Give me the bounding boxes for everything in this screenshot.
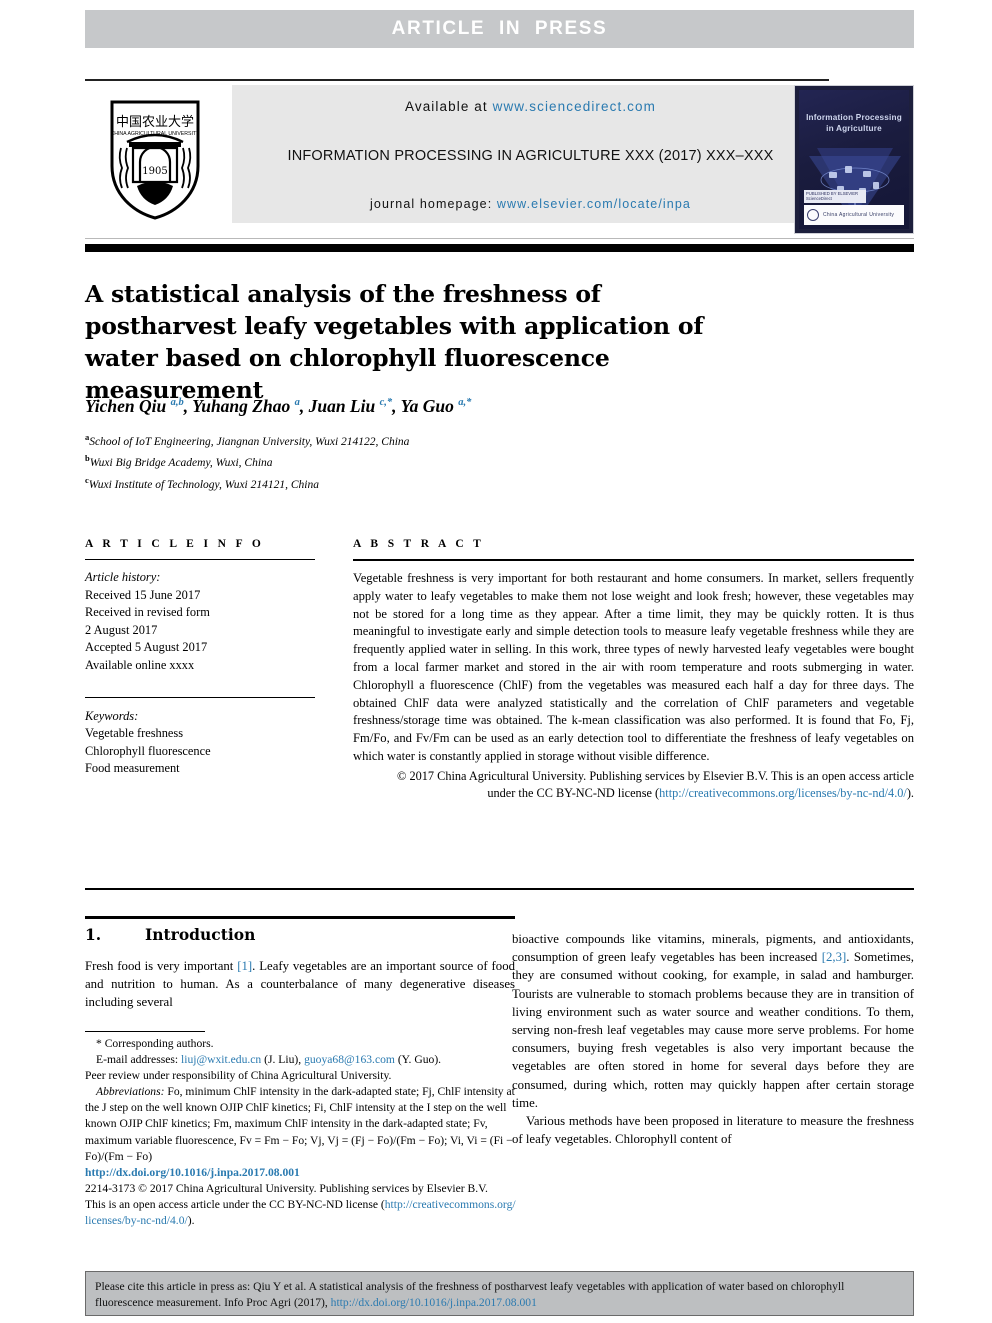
peer-review-note: Peer review under responsibility of Chin… [85,1069,392,1083]
introduction-number: 1. [85,925,102,944]
sciencedirect-link[interactable]: www.sciencedirect.com [493,99,656,114]
abstract-column: A B S T R A C T Vegetable freshness is v… [353,538,914,803]
footnote-license-line: This is an open access article under the… [85,1197,517,1229]
china-agricultural-university-shield-icon: 中国农业大学 CHINA AGRICULTURAL UNIVERSITY 190… [110,100,200,220]
article-history-item: 2 August 2017 [85,622,158,637]
journal-homepage-link[interactable]: www.elsevier.com/locate/inpa [497,197,691,211]
article-info-heading: A R T I C L E I N F O [85,538,265,550]
abstract-rule [353,559,914,561]
article-history-item: Accepted 5 August 2017 [85,640,208,655]
affiliation-text: Wuxi Institute of Technology, Wuxi 21412… [88,478,319,491]
email-1-who: (J. Liu), [261,1053,305,1067]
footnote-block: * Corresponding authors. E-mail addresse… [85,1036,517,1229]
svg-text:中国农业大学: 中国农业大学 [116,114,194,130]
available-at-prefix: Available at [404,99,493,114]
cover-university-seal-icon [807,209,819,221]
cover-footer: China Agricultural University [804,205,904,225]
email-link-guo[interactable]: guoya68@163.com [304,1053,395,1066]
footnote-separator-rule [85,1031,205,1032]
cover-title: Information Processing in Agriculture [806,113,902,133]
journal-cover-thumbnail: Information Processing in Agriculture PU… [794,85,914,234]
journal-homepage-line: journal homepage: www.elsevier.com/locat… [370,197,691,211]
header-black-bar [85,244,914,252]
copyright-tail: ). [906,786,914,801]
article-in-press-banner: ARTICLE IN PRESS [85,10,914,48]
email-2-who: (Y. Guo). [394,1053,442,1067]
affiliation-list: aSchool of IoT Engineering, Jiangnan Uni… [85,429,785,493]
article-history-item: Available online xxxx [85,657,195,672]
article-history-block: Article history: Received 15 June 2017 R… [85,569,315,675]
abstract-body: Vegetable freshness is very important fo… [353,571,914,763]
introduction-heading: 1. Introduction [85,925,515,944]
journal-homepage-prefix: journal homepage: [370,197,497,211]
article-info-column: A R T I C L E I N F O Article history: R… [85,538,315,778]
affiliation-item: bWuxi Big Bridge Academy, Wuxi, China [85,450,785,471]
email-addresses-line: E-mail addresses: liuj@wxit.edu.cn (J. L… [85,1052,517,1068]
citation-ref-2-3[interactable]: [2,3] [822,950,847,964]
keywords-rule [85,696,315,698]
please-cite-box: Please cite this article in press as: Qi… [85,1271,914,1316]
license-pre: This is an open access article under the… [85,1197,385,1211]
affiliation-text: School of IoT Engineering, Jiangnan Univ… [89,435,410,448]
article-page: ARTICLE IN PRESS 中国农业大学 CHINA AGRICULTUR… [0,0,992,1323]
article-in-press-label: ARTICLE IN PRESS [391,18,608,39]
keywords-label: Keywords: [85,708,139,723]
masthead-bottom-rule [85,238,914,239]
intro-right-paragraph-1: bioactive compounds like vitamins, miner… [512,930,914,1112]
corresponding-authors-note: * Corresponding authors. [96,1037,214,1050]
intro-left-pre: Fresh food is very important [85,959,238,973]
available-at-line: Available at www.sciencedirect.com [405,99,656,114]
article-history-item: Received in revised form [85,605,210,620]
citation-ref-1[interactable]: [1] [237,959,252,973]
cover-footer-text: China Agricultural University [823,212,895,218]
intro-right-paragraph-2: Various methods have been proposed in li… [512,1114,914,1147]
journal-masthead: 中国农业大学 CHINA AGRICULTURAL UNIVERSITY 190… [85,83,914,234]
masthead-top-rule [85,79,829,81]
introduction-left-column: Fresh food is very important [1]. Leafy … [85,957,515,1012]
intro-right-post: . Sometimes, they are consumed without c… [512,950,914,1110]
introduction-right-column: bioactive compounds like vitamins, miner… [512,930,914,1148]
article-history-label: Article history: [85,570,161,584]
abbreviations-label: Abbreviations: [96,1085,165,1099]
university-logo: 中国农业大学 CHINA AGRICULTURAL UNIVERSITY 190… [85,85,225,234]
keywords-block: Keywords: Vegetable freshness Chlorophyl… [85,708,315,778]
doi-line: http://dx.doi.org/10.1016/j.inpa.2017.08… [85,1165,517,1181]
affiliation-text: Wuxi Big Bridge Academy, Wuxi, China [89,457,273,470]
svg-text:1905: 1905 [142,166,167,177]
cc-license-link[interactable]: http://creativecommons.org/licenses/by-n… [659,786,907,800]
cover-artwork: Information Processing in Agriculture PU… [799,90,909,229]
abstract-copyright: © 2017 China Agricultural University. Pu… [353,768,914,803]
cover-publisher-band: PUBLISHED BY ELSEVIER ScienceDirect [804,190,866,203]
license-post: ). [187,1214,195,1228]
keyword-item: Food measurement [85,761,180,776]
abstract-heading: A B S T R A C T [353,538,485,550]
please-cite-text: Please cite this article in press as: Qi… [95,1279,904,1311]
email-label: E-mail addresses: [96,1053,181,1067]
article-info-rule [85,559,315,560]
keyword-item: Vegetable freshness [85,726,184,741]
issn-copyright-line: 2214-3173 © 2017 China Agricultural Univ… [85,1181,488,1195]
keyword-item: Chlorophyll fluorescence [85,743,211,758]
article-history-item: Received 15 June 2017 [85,587,201,602]
affiliation-item: aSchool of IoT Engineering, Jiangnan Uni… [85,429,785,450]
journal-title-line: INFORMATION PROCESSING IN AGRICULTURE XX… [287,147,774,164]
affiliation-item: cWuxi Institute of Technology, Wuxi 2141… [85,472,785,493]
author-list: Yichen Qiu a,b, Yuhang Zhao a, Juan Liu … [85,396,472,416]
page-title: A statistical analysis of the freshness … [85,279,704,404]
doi-link[interactable]: http://dx.doi.org/10.1016/j.inpa.2017.08… [85,1166,300,1179]
masthead-center-box: Available at www.sciencedirect.com INFOR… [232,85,829,223]
introduction-rule [85,916,515,919]
cover-band-text: PUBLISHED BY ELSEVIER ScienceDirect [806,191,859,201]
abbreviations-note: Abbreviations: Fo, minimum ChlF intensit… [85,1084,517,1164]
cite-doi-link[interactable]: http://dx.doi.org/10.1016/j.inpa.2017.08… [331,1296,537,1309]
email-link-liu[interactable]: liuj@wxit.edu.cn [181,1053,261,1066]
abstract-bottom-rule [85,888,914,890]
introduction-title: Introduction [145,925,256,944]
